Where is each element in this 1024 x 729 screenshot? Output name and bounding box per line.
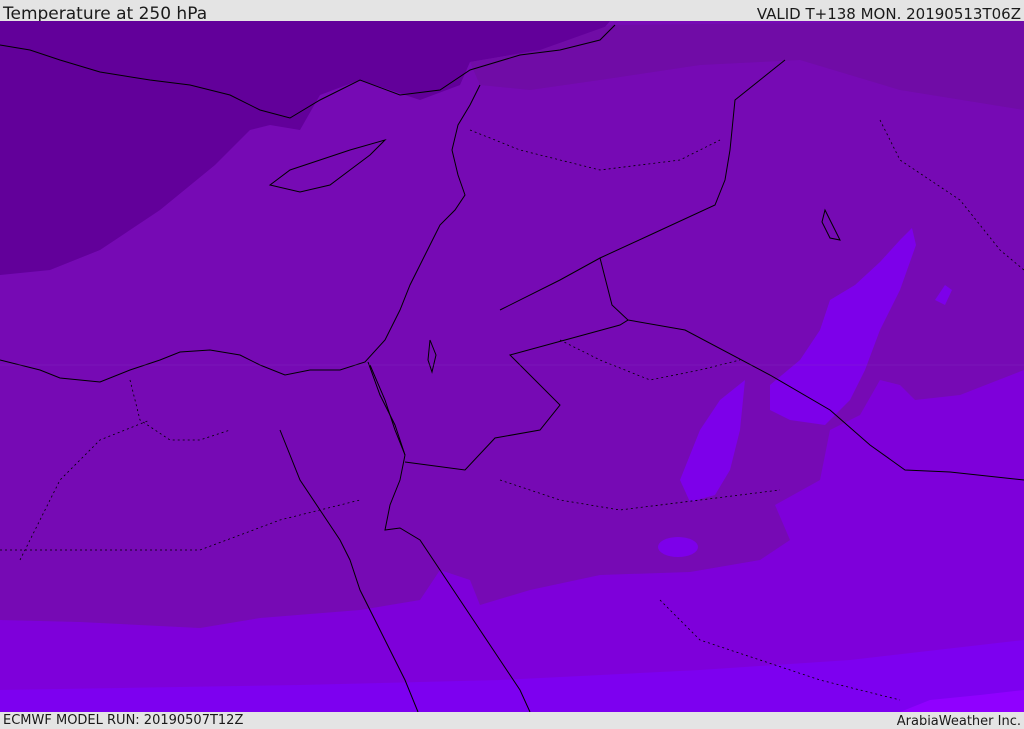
temperature-map[interactable] bbox=[0, 21, 1024, 712]
model-run-label: ECMWF MODEL RUN: 20190507T12Z bbox=[3, 713, 244, 728]
credit-label: ArabiaWeather Inc. bbox=[896, 714, 1021, 729]
temperature-band-warm-spot bbox=[658, 537, 698, 557]
